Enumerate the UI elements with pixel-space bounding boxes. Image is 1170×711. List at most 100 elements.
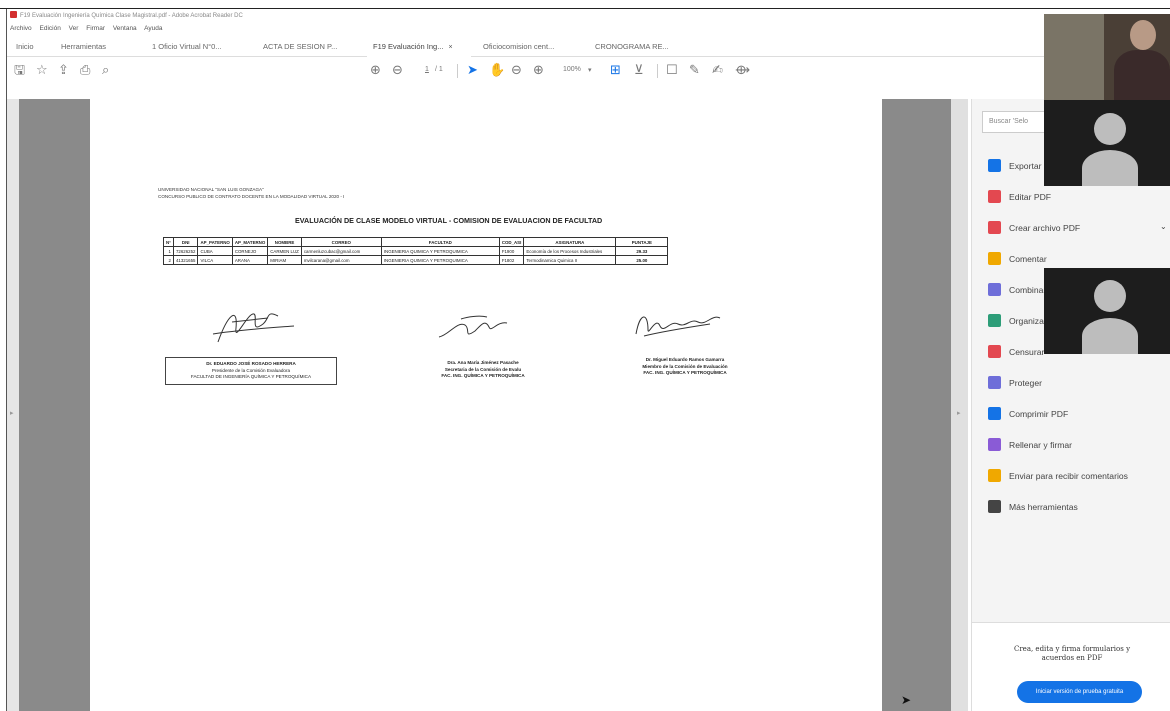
tool-export-pdf[interactable]: Exportar xyxy=(988,156,1041,176)
fill-sign-icon xyxy=(988,438,1001,451)
table-header-row: N° DNI AP_PATERNO AP_MATERNO NOMBRE CORR… xyxy=(163,237,669,247)
tab-doc-oficiocomision[interactable]: Oficiocomision cent... xyxy=(483,36,554,57)
share-icon[interactable]: ⇪ xyxy=(58,62,69,78)
tool-comment[interactable]: Comentar xyxy=(988,249,1047,269)
page-down-icon[interactable]: ⊖ xyxy=(392,62,403,78)
col-header: ASIGNATURA xyxy=(523,237,617,247)
menu-firmar[interactable]: Firmar xyxy=(86,25,105,32)
acrobat-logo-icon xyxy=(10,11,17,18)
col-header: CORREO xyxy=(300,237,382,247)
col-header: PUNTAJE xyxy=(615,237,669,247)
menu-edicion[interactable]: Edición xyxy=(40,25,61,32)
stamp-icon[interactable]: ⟴ xyxy=(735,62,750,78)
cell: Termodinamica Quimica II xyxy=(523,255,617,265)
participant-body xyxy=(1114,50,1170,100)
cell: INGENIERIA QUIMICA Y PETROQUIMICA xyxy=(380,246,500,256)
tool-label: Proteger xyxy=(1009,378,1042,388)
tool-edit-pdf[interactable]: Editar PDF xyxy=(988,187,1051,207)
university-name: UNIVERSIDAD NACIONAL "SAN LUIS GONZAGA" xyxy=(158,187,264,192)
menu-ayuda[interactable]: Ayuda xyxy=(144,25,162,32)
cell: VILCA xyxy=(197,255,233,265)
col-header: AP_MATERNO xyxy=(231,237,269,247)
page-up-icon[interactable]: ⊕ xyxy=(370,62,381,78)
tool-fill-sign[interactable]: Rellenar y firmar xyxy=(988,435,1072,455)
tab-doc-cronograma[interactable]: CRONOGRAMA RE... xyxy=(595,36,669,57)
menu-ventana[interactable]: Ventana xyxy=(113,25,137,32)
cell: 1 xyxy=(163,246,174,256)
signatory-faculty: FACULTAD DE INGENIERÍA QUÍMICA Y PETROQU… xyxy=(190,374,312,379)
tab-tools[interactable]: Herramientas xyxy=(61,36,106,57)
zoom-level-select[interactable]: 100% xyxy=(563,66,581,73)
tab-doc-acta[interactable]: ACTA DE SESION P... xyxy=(263,36,337,57)
send-comments-icon xyxy=(988,469,1001,482)
close-tab-icon[interactable]: × xyxy=(448,44,452,51)
cell: CARMEN LUZ xyxy=(267,246,302,256)
right-panel-toggle[interactable]: ▸ xyxy=(951,99,968,711)
tab-doc-oficio[interactable]: 1 Oficio Virtual N°0... xyxy=(152,36,222,57)
save-icon[interactable]: 🖫 xyxy=(14,62,25,78)
select-cursor-icon[interactable]: ➤ xyxy=(467,62,478,78)
collapse-right-panel-icon[interactable]: ▸ xyxy=(957,409,961,417)
tool-organize[interactable]: Organizar xyxy=(988,311,1047,331)
left-panel-collapsed[interactable]: ▸ xyxy=(7,99,19,711)
start-trial-button[interactable]: Iniciar versión de prueba gratuita xyxy=(1017,681,1142,703)
tool-compress[interactable]: Comprimir PDF xyxy=(988,404,1068,424)
redact-icon xyxy=(988,345,1001,358)
menu-archivo[interactable]: Archivo xyxy=(10,25,32,32)
comment-icon xyxy=(988,252,1001,265)
print-icon[interactable]: ⎙ xyxy=(80,62,90,78)
expand-left-panel-icon[interactable]: ▸ xyxy=(10,409,14,417)
cell: 29.33 xyxy=(615,246,669,256)
participant-video-off-1[interactable] xyxy=(1044,100,1170,186)
zoom-out-icon[interactable]: ⊖ xyxy=(511,62,522,78)
cell: 72626252 xyxy=(172,246,199,256)
highlight-pen-icon[interactable]: ✎ xyxy=(689,62,700,78)
cell: 41321655 xyxy=(172,255,199,265)
col-header: NOMBRE xyxy=(267,237,302,247)
col-header: AP_PATERNO xyxy=(197,237,233,247)
menu-bar: Archivo Edición Ver Firmar Ventana Ayuda xyxy=(7,23,168,35)
page-number-input[interactable]: 1 xyxy=(425,66,429,73)
screen: F19 Evaluación Ingeniería Química Clase … xyxy=(0,0,1170,711)
tab-home[interactable]: Inicio xyxy=(16,36,34,57)
search-icon[interactable]: ⌕ xyxy=(102,62,109,78)
trial-promo: Crea, edita y firma formularios y acuerd… xyxy=(972,622,1170,711)
tool-create-pdf[interactable]: Crear archivo PDF xyxy=(988,218,1080,238)
avatar-body-icon xyxy=(1082,318,1138,354)
col-header: FACULTAD xyxy=(380,237,500,247)
tool-protect[interactable]: Proteger xyxy=(988,373,1042,393)
signatory-secretary: Dra. Ana María Jiménez Pasache Secretari… xyxy=(408,360,558,380)
zoom-in-icon[interactable]: ⊕ xyxy=(533,62,544,78)
cell: INGENIERIA QUIMICA Y PETROQUIMICA xyxy=(380,255,500,265)
tool-label: Comentar xyxy=(1009,254,1047,264)
tool-more[interactable]: Más herramientas xyxy=(988,497,1078,517)
participant-video-camera[interactable] xyxy=(1044,14,1170,100)
participant-face xyxy=(1130,20,1156,50)
bookmark-star-icon[interactable]: ☆ xyxy=(36,62,48,78)
fit-page-icon[interactable]: ⊞ xyxy=(610,62,621,78)
tool-combine[interactable]: Combinar xyxy=(988,280,1046,300)
cell: 25.00 xyxy=(615,255,669,265)
organize-icon xyxy=(988,314,1001,327)
tab-doc-f19[interactable]: F19 Evaluación Ing... × xyxy=(367,36,471,57)
tool-label: Más herramientas xyxy=(1009,502,1078,512)
tool-label: Rellenar y firmar xyxy=(1009,440,1073,450)
participant-video-off-2[interactable] xyxy=(1044,268,1170,354)
document-viewer[interactable]: ▸ UNIVERSIDAD NACIONAL "SAN LUIS GONZAGA… xyxy=(7,99,968,711)
tool-redact[interactable]: Censurar xyxy=(988,342,1044,362)
hand-tool-icon[interactable]: ✋ xyxy=(489,62,505,78)
create-pdf-icon xyxy=(988,221,1001,234)
signatory-faculty: FAC. ING. QUÍMICA Y PETROQUÍMICA xyxy=(441,373,525,378)
chevron-down-icon[interactable]: ⌄ xyxy=(1160,222,1167,231)
menu-ver[interactable]: Ver xyxy=(69,25,79,32)
zoom-dropdown-chevron-icon[interactable]: ▾ xyxy=(588,66,592,74)
scroll-mode-icon[interactable]: ⊻ xyxy=(634,62,644,78)
tool-label: Censurar xyxy=(1009,347,1045,357)
col-header: DNI xyxy=(172,237,199,247)
tool-label: Organizar xyxy=(1009,316,1047,326)
tool-send-comments[interactable]: Enviar para recibir comentarios xyxy=(988,466,1128,486)
export-pdf-icon xyxy=(988,159,1001,172)
comment-icon[interactable]: ☐ xyxy=(666,62,678,78)
signature-image-1 xyxy=(212,313,295,343)
sign-icon[interactable]: ✍ xyxy=(712,62,723,78)
